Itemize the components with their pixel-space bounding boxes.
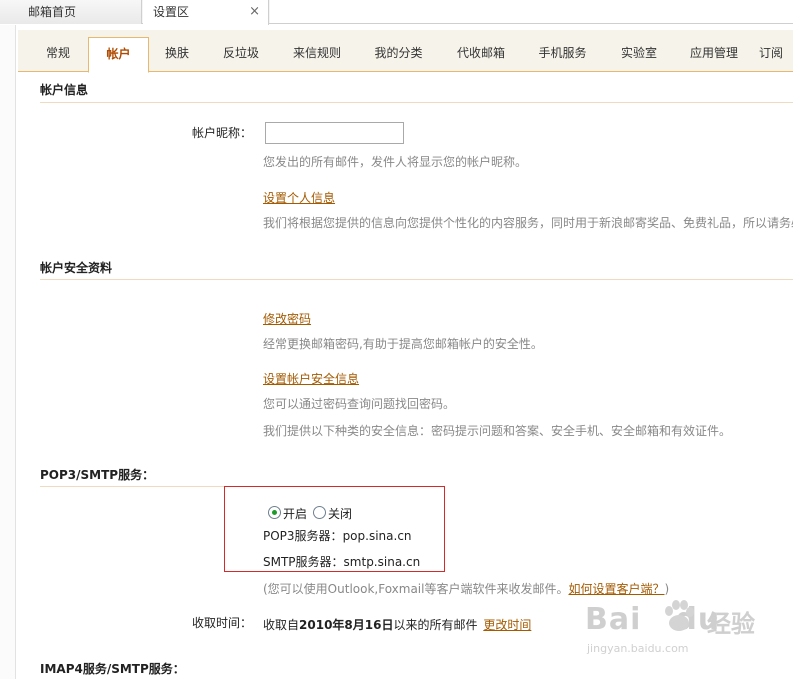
receive-suffix: 以来的所有邮件 bbox=[393, 618, 478, 632]
left-scroll-strip bbox=[0, 25, 16, 679]
pop3-server-value: pop.sina.cn bbox=[342, 529, 412, 543]
nav-tab-subscribe[interactable]: 订阅 bbox=[759, 37, 793, 72]
baidu-watermark: Bai du 经验 jingyan.baidu.com bbox=[585, 596, 775, 666]
pop3-off-label: 关闭 bbox=[328, 507, 353, 521]
personal-info-hint: 我们将根据您提供的信息向您提供个性化的内容服务，同时用于新浪邮寄奖品、免费礼品，… bbox=[263, 216, 793, 230]
nav-tab-my-categories[interactable]: 我的分类 bbox=[357, 37, 440, 72]
pop3-server-row: POP3服务器：pop.sina.cn bbox=[263, 527, 412, 544]
nickname-hint: 您发出的所有邮件，发件人将显示您的帐户昵称。 bbox=[263, 155, 528, 169]
nav-tab-app-manage[interactable]: 应用管理 bbox=[675, 37, 753, 72]
watermark-brand: Bai du bbox=[585, 602, 721, 637]
receive-prefix: 收取自 bbox=[263, 618, 300, 632]
pop3-off-radio[interactable] bbox=[313, 506, 326, 519]
smtp-server-label: SMTP服务器： bbox=[263, 555, 344, 569]
section-divider bbox=[40, 279, 793, 280]
nav-tab-account[interactable]: 帐户 bbox=[88, 37, 149, 73]
paw-icon bbox=[665, 600, 694, 631]
section-title-account-info: 帐户信息 bbox=[40, 83, 89, 97]
receive-date: 2010年8月16日 bbox=[299, 618, 394, 632]
client-hint-end: ) bbox=[664, 582, 670, 596]
client-hint: (您可以使用Outlook,Foxmail等客户端软件来收发邮件。 bbox=[263, 582, 569, 596]
client-hint-row: (您可以使用Outlook,Foxmail等客户端软件来收发邮件。如何设置客户端… bbox=[263, 580, 669, 597]
nav-tab-general[interactable]: 常规 bbox=[28, 37, 88, 72]
tab-inbox[interactable]: 邮箱首页 bbox=[0, 0, 142, 24]
nav-tab-fetch-mail[interactable]: 代收邮箱 bbox=[440, 37, 522, 72]
receive-time-label: 收取时间： bbox=[192, 616, 253, 630]
pop3-on-radio[interactable] bbox=[268, 506, 281, 519]
receive-time-row: 收取自2010年8月16日以来的所有邮件 更改时间 bbox=[263, 616, 531, 633]
pop3-on-label: 开启 bbox=[283, 507, 308, 521]
tab-settings-area[interactable]: 设置区 × bbox=[143, 0, 269, 25]
change-password-link[interactable]: 修改密码 bbox=[263, 310, 311, 327]
change-time-link[interactable]: 更改时间 bbox=[483, 618, 531, 632]
smtp-server-row: SMTP服务器：smtp.sina.cn bbox=[263, 553, 420, 570]
personal-info-link[interactable]: 设置个人信息 bbox=[263, 189, 335, 206]
security-info-link[interactable]: 设置帐户安全信息 bbox=[263, 370, 359, 387]
nav-tab-lab[interactable]: 实验室 bbox=[603, 37, 675, 72]
nickname-input[interactable] bbox=[265, 122, 404, 144]
section-title-security: 帐户安全资料 bbox=[40, 261, 113, 275]
nav-tab-mobile[interactable]: 手机服务 bbox=[522, 37, 603, 72]
settings-nav: 常规 帐户 换肤 反垃圾 来信规则 我的分类 代收邮箱 手机服务 实验室 应用管… bbox=[18, 30, 793, 73]
section-title-pop3: POP3/SMTP服务： bbox=[40, 468, 155, 482]
tab-bar-filler bbox=[270, 0, 793, 24]
section-divider bbox=[40, 102, 793, 103]
watermark-url: jingyan.baidu.com bbox=[587, 642, 689, 655]
window-tab-bar: 邮箱首页 设置区 × bbox=[0, 0, 793, 25]
nav-tab-antispam[interactable]: 反垃圾 bbox=[205, 37, 277, 72]
nickname-label: 帐户昵称： bbox=[192, 126, 253, 140]
tab-settings-label: 设置区 bbox=[153, 5, 190, 19]
change-password-hint: 经常更换邮箱密码,有助于提高您邮箱帐户的安全性。 bbox=[263, 337, 543, 351]
pop3-server-label: POP3服务器： bbox=[263, 529, 343, 543]
security-types-hint: 我们提供以下种类的安全信息：密码提示问题和答案、安全手机、安全邮箱和有效证件。 bbox=[263, 424, 732, 438]
close-icon[interactable]: × bbox=[249, 0, 260, 24]
smtp-server-value: smtp.sina.cn bbox=[343, 555, 421, 569]
nav-tab-skin[interactable]: 换肤 bbox=[149, 37, 205, 72]
tab-inbox-label: 邮箱首页 bbox=[28, 5, 77, 19]
security-info-hint: 您可以通过密码查询问题找回密码。 bbox=[263, 397, 456, 411]
client-setup-link[interactable]: 如何设置客户端？ bbox=[568, 582, 664, 596]
watermark-jingyan: 经验 bbox=[707, 610, 755, 638]
section-title-imap: IMAP4服务/SMTP服务： bbox=[40, 662, 185, 676]
nav-tab-mail-rules[interactable]: 来信规则 bbox=[277, 37, 357, 72]
